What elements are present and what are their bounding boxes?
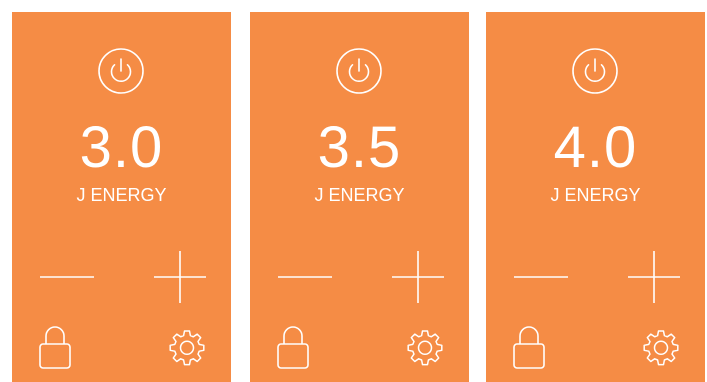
- energy-screen-3: 4.0 J ENERGY: [486, 12, 705, 382]
- lock-icon: [39, 326, 71, 369]
- power-icon: [98, 48, 144, 94]
- gear-icon: [643, 330, 679, 366]
- energy-value: 4.0: [553, 115, 638, 180]
- power-icon: [336, 48, 382, 94]
- plus-icon: [154, 251, 206, 303]
- power-button[interactable]: [571, 47, 619, 95]
- energy-unit-label: J ENERGY: [314, 185, 405, 205]
- lock-icon: [513, 326, 545, 369]
- plus-icon: [392, 251, 444, 303]
- settings-button[interactable]: [642, 328, 680, 366]
- energy-value: 3.0: [79, 115, 164, 180]
- energy-value: 3.5: [317, 115, 402, 180]
- gear-icon: [407, 330, 443, 366]
- power-button[interactable]: [335, 47, 383, 95]
- decrease-button[interactable]: [38, 250, 96, 304]
- power-icon: [572, 48, 618, 94]
- lock-icon: [277, 326, 309, 369]
- screens-comparison: 3.0 J ENERGY 3.5 J ENERGY 4.0 J ENERGY: [0, 0, 707, 382]
- plus-icon: [628, 251, 680, 303]
- minus-icon: [514, 276, 568, 278]
- increase-button[interactable]: [626, 250, 682, 304]
- increase-button[interactable]: [152, 250, 208, 304]
- power-button[interactable]: [97, 47, 145, 95]
- gear-icon: [169, 330, 205, 366]
- energy-screen-1: 3.0 J ENERGY: [12, 12, 231, 382]
- settings-button[interactable]: [406, 328, 444, 366]
- decrease-button[interactable]: [512, 250, 570, 304]
- decrease-button[interactable]: [276, 250, 334, 304]
- lock-button[interactable]: [276, 324, 310, 370]
- energy-unit-label: J ENERGY: [550, 185, 641, 205]
- settings-button[interactable]: [168, 328, 206, 366]
- lock-button[interactable]: [512, 324, 546, 370]
- energy-unit-label: J ENERGY: [76, 185, 167, 205]
- minus-icon: [40, 276, 94, 278]
- increase-button[interactable]: [390, 250, 446, 304]
- minus-icon: [278, 276, 332, 278]
- energy-screen-2: 3.5 J ENERGY: [250, 12, 469, 382]
- lock-button[interactable]: [38, 324, 72, 370]
